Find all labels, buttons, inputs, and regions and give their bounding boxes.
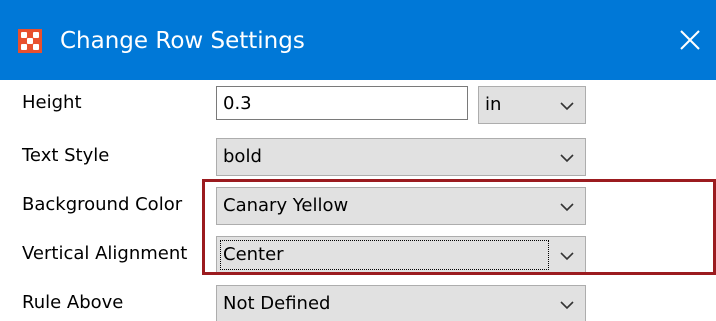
chevron-down-icon	[560, 252, 574, 261]
chevron-down-icon	[560, 203, 574, 212]
height-input[interactable]	[216, 86, 468, 120]
change-row-settings-dialog: Change Row Settings Height in Text Style…	[0, 0, 716, 321]
vertical-alignment-label: Vertical Alignment	[22, 243, 188, 264]
chevron-down-icon	[560, 102, 574, 111]
text-style-label: Text Style	[22, 145, 110, 166]
close-icon	[680, 30, 700, 50]
text-style-value: bold	[223, 146, 262, 167]
height-label: Height	[22, 92, 82, 113]
window-title: Change Row Settings	[60, 28, 305, 54]
text-style-select[interactable]: bold	[216, 138, 586, 176]
vertical-alignment-value: Center	[223, 244, 284, 265]
close-button[interactable]	[672, 22, 708, 58]
vertical-alignment-select[interactable]: Center	[216, 236, 586, 274]
chevron-down-icon	[560, 301, 574, 310]
rule-above-value: Not Defined	[223, 293, 331, 314]
rule-above-label: Rule Above	[22, 292, 124, 313]
grid-dots-icon	[18, 29, 42, 53]
rule-above-select[interactable]: Not Defined	[216, 285, 586, 321]
background-color-value: Canary Yellow	[223, 195, 349, 216]
background-color-label: Background Color	[22, 194, 183, 215]
background-color-select[interactable]: Canary Yellow	[216, 187, 586, 225]
title-bar: Change Row Settings	[0, 0, 716, 80]
height-unit-value: in	[485, 94, 502, 115]
height-unit-select[interactable]: in	[478, 86, 586, 124]
chevron-down-icon	[560, 154, 574, 163]
